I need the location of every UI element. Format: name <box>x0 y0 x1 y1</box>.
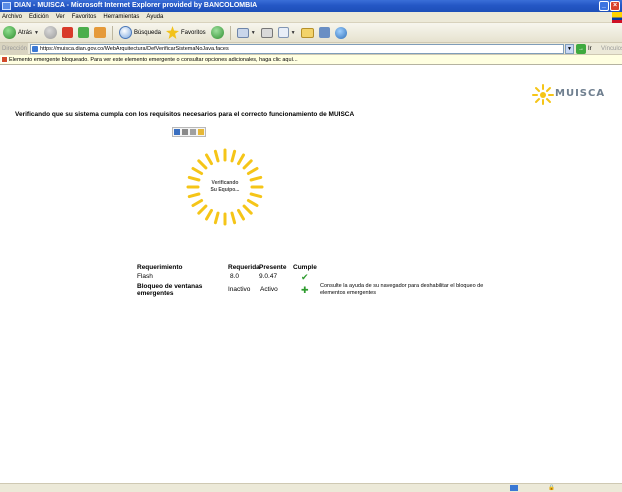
req-name: Flash <box>137 273 153 280</box>
minimize-button[interactable]: _ <box>599 1 609 11</box>
menu-item-ver[interactable]: Ver <box>56 14 65 20</box>
search-button-label: Búsqueda <box>133 29 161 36</box>
favorites-button[interactable]: Favoritos <box>165 25 207 41</box>
search-icon <box>118 26 132 39</box>
edit-page-icon <box>277 27 289 38</box>
forward-arrow-icon <box>43 26 57 39</box>
history-icon <box>210 26 224 39</box>
close-button[interactable]: × <box>610 1 620 11</box>
browser-toolbar: Atrás ▼ Búsqueda Favoritos ▼ ▼ <box>0 23 622 43</box>
back-button[interactable]: Atrás ▼ <box>2 25 40 41</box>
forward-button[interactable] <box>43 25 58 41</box>
toolbar-divider <box>229 25 231 40</box>
address-label: Dirección <box>0 42 28 55</box>
address-url: https://muisca.dian.gov.co/WebArquitectu… <box>40 46 229 52</box>
infobar-text: Elemento emergente bloqueado. Para ver e… <box>9 57 298 63</box>
home-button[interactable] <box>93 25 107 41</box>
ie-app-icon <box>2 2 11 10</box>
address-input[interactable]: https://muisca.dian.gov.co/WebArquitectu… <box>30 44 564 54</box>
mini-toolbar <box>172 127 206 137</box>
logo-text: MUISCA <box>555 88 606 99</box>
muisca-sun-icon <box>532 84 554 105</box>
mail-button[interactable]: ▼ <box>236 25 257 41</box>
refresh-button[interactable] <box>77 25 90 41</box>
chevron-down-icon[interactable]: ▼ <box>291 30 296 36</box>
history-button[interactable] <box>210 25 225 41</box>
security-zone-icon <box>510 485 518 491</box>
lock-icon: 🔒 <box>548 485 555 491</box>
menu-item-archivo[interactable]: Archivo <box>2 14 22 20</box>
menu-item-ayuda[interactable]: Ayuda <box>146 14 163 20</box>
req-name: Bloqueo de ventanas emergentes <box>137 283 203 297</box>
menu-item-favoritos[interactable]: Favoritos <box>72 14 97 20</box>
chevron-down-icon[interactable]: ▼ <box>251 30 256 36</box>
favorites-button-label: Favoritos <box>181 29 206 36</box>
loading-spinner: Verificando Su Equipo... <box>185 147 265 227</box>
messenger-icon <box>334 26 347 39</box>
go-button[interactable]: → <box>576 44 586 54</box>
print-button[interactable] <box>260 25 274 41</box>
req-required: Inactivo <box>228 286 251 293</box>
muisca-logo: MUISCA <box>532 83 612 105</box>
research-icon <box>318 27 330 38</box>
spinner-label: Verificando Su Equipo... <box>185 147 265 227</box>
req-present: Activo <box>260 286 278 293</box>
page-content: MUISCA Verificando que su sistema cumpla… <box>0 65 622 483</box>
col-header-required: Requerida <box>228 264 260 271</box>
go-label[interactable]: Ir <box>588 43 592 55</box>
req-present: 9.0.47 <box>259 273 278 280</box>
plus-icon: ✚ <box>301 285 309 295</box>
menu-item-herramientas[interactable]: Herramientas <box>103 14 139 20</box>
status-bar: 🔒 <box>0 483 622 492</box>
mail-icon <box>236 27 249 38</box>
windows-flag-logo <box>612 12 622 23</box>
popup-blocked-infobar[interactable]: Elemento emergente bloqueado. Para ver e… <box>0 55 622 65</box>
col-header-complies: Cumple <box>293 264 317 271</box>
folder-icon[interactable] <box>198 129 204 135</box>
back-arrow-icon <box>3 26 16 39</box>
page-icon <box>32 46 38 52</box>
menu-bar: Archivo Edición Ver Favoritos Herramient… <box>0 12 622 23</box>
stop-icon <box>61 27 73 38</box>
folder-button[interactable] <box>300 25 315 41</box>
address-dropdown-button[interactable]: ▼ <box>565 44 574 54</box>
stop-button[interactable] <box>61 25 74 41</box>
refresh-icon <box>77 27 89 38</box>
window-titlebar: DIAN - MUISCA - Microsoft Internet Explo… <box>0 0 622 12</box>
address-bar: Dirección https://muisca.dian.gov.co/Web… <box>0 42 622 55</box>
window-title: DIAN - MUISCA - Microsoft Internet Explo… <box>14 2 258 9</box>
research-button[interactable] <box>318 25 331 41</box>
req-note: Consulte la ayuda de su navegador para d… <box>320 283 484 296</box>
save-icon[interactable] <box>174 129 180 135</box>
links-label[interactable]: Vínculos <box>601 43 622 55</box>
print-icon[interactable] <box>182 129 188 135</box>
spinner-line-2: Su Equipo... <box>210 187 240 193</box>
search-button[interactable]: Búsqueda <box>118 25 162 41</box>
folder-icon <box>300 27 314 38</box>
col-header-present: Presente <box>259 264 287 271</box>
menu-item-edicion[interactable]: Edición <box>29 14 49 20</box>
chevron-down-icon[interactable]: ▼ <box>34 30 39 36</box>
check-icon: ✔ <box>301 272 309 282</box>
col-header-requirement: Requerimiento <box>137 264 183 271</box>
back-button-label: Atrás <box>18 29 33 36</box>
print-icon <box>260 27 273 38</box>
page-heading: Verificando que su sistema cumpla con lo… <box>15 111 355 118</box>
home-icon <box>93 27 106 38</box>
messenger-button[interactable] <box>334 25 348 41</box>
star-icon <box>166 26 179 39</box>
window-controls: _ × <box>599 1 620 11</box>
edit-button[interactable]: ▼ <box>277 25 297 41</box>
toolbar-divider <box>111 25 113 40</box>
spinner-line-1: Verificando <box>211 180 239 186</box>
popup-blocked-icon <box>1 56 8 63</box>
req-required: 8.0 <box>230 273 240 280</box>
copy-icon[interactable] <box>190 129 196 135</box>
